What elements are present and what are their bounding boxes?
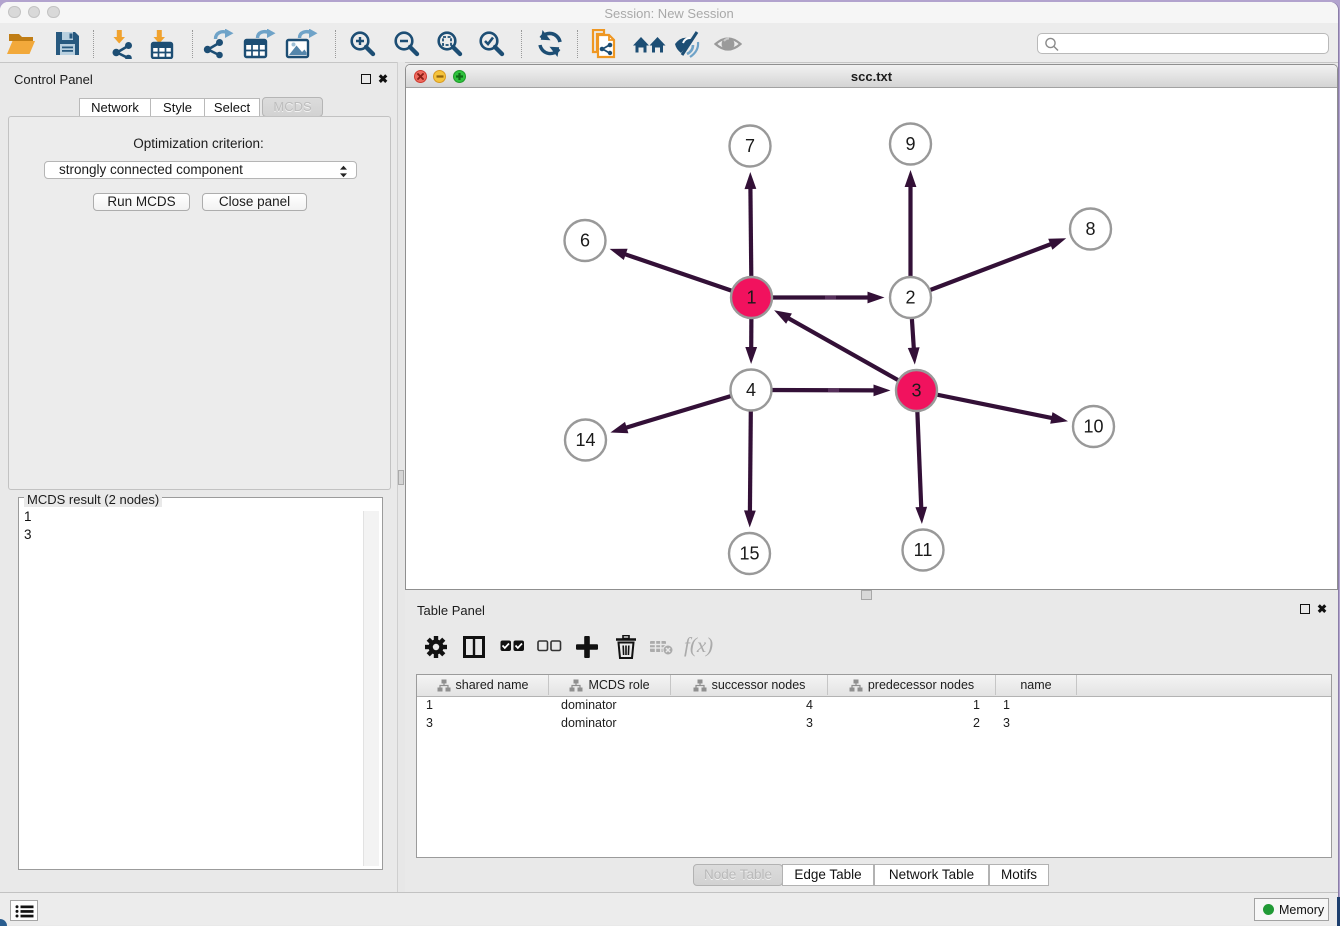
- svg-text:11: 11: [913, 540, 932, 560]
- svg-text:4: 4: [745, 380, 755, 400]
- svg-text:7: 7: [744, 136, 754, 156]
- svg-text:9: 9: [905, 134, 915, 154]
- svg-text:3: 3: [911, 380, 921, 400]
- svg-text:8: 8: [1085, 219, 1095, 239]
- svg-text:1: 1: [746, 287, 756, 307]
- svg-text:2: 2: [905, 287, 915, 307]
- svg-text:10: 10: [1083, 416, 1103, 436]
- svg-text:14: 14: [575, 430, 595, 450]
- svg-text:6: 6: [579, 230, 589, 250]
- svg-text:15: 15: [739, 543, 759, 563]
